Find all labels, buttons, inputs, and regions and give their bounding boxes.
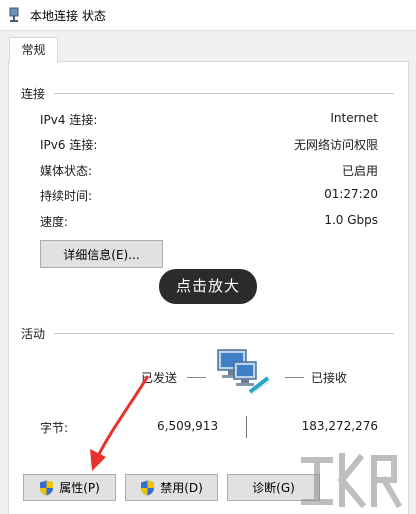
details-button-label: 详细信息(E)...: [63, 247, 140, 262]
received-dash: [285, 377, 304, 378]
received-label: 已接收: [311, 371, 348, 385]
ipv4-label: IPv4 连接:: [40, 113, 98, 127]
ipv6-value: 无网络访问权限: [293, 138, 378, 152]
network-adapter-icon: [9, 7, 19, 22]
duration-label: 持续时间:: [40, 189, 93, 203]
activity-section-label: 活动: [21, 327, 46, 341]
bytes-label: 字节:: [40, 421, 69, 435]
properties-button[interactable]: 属性(P): [23, 474, 116, 501]
details-button[interactable]: 详细信息(E)...: [40, 240, 163, 268]
zoom-hint-overlay[interactable]: 点击放大: [159, 269, 257, 304]
ipv6-label: IPv6 连接:: [40, 138, 98, 152]
bytes-received-value: 183,272,276: [301, 419, 378, 433]
activity-divider: [54, 333, 394, 334]
ipv4-value: Internet: [330, 111, 378, 125]
title-bar: 本地连接 状态: [0, 0, 416, 31]
disable-button-label: 禁用(D): [160, 481, 203, 495]
properties-button-label: 属性(P): [59, 481, 100, 495]
duration-value: 01:27:20: [324, 187, 378, 201]
connection-divider: [54, 93, 394, 94]
speed-label: 速度:: [40, 215, 69, 229]
speed-value: 1.0 Gbps: [324, 213, 378, 227]
connection-section-label: 连接: [21, 87, 46, 101]
uac-shield-icon: [40, 480, 54, 495]
diagnose-button-label: 诊断(G): [252, 481, 295, 495]
media-state-value: 已启用: [341, 164, 378, 178]
bytes-sent-value: 6,509,913: [157, 419, 219, 433]
disable-button[interactable]: 禁用(D): [125, 474, 218, 501]
uac-shield-icon: [141, 480, 155, 495]
media-state-label: 媒体状态:: [40, 164, 93, 178]
watermark-logo: [301, 453, 403, 509]
tab-general[interactable]: 常规: [9, 37, 58, 63]
window-title: 本地连接 状态: [30, 9, 106, 23]
bytes-separator: [246, 416, 247, 438]
sent-label: 已发送: [141, 371, 178, 385]
network-computers-icon: [217, 349, 271, 395]
sent-dash: [187, 377, 206, 378]
